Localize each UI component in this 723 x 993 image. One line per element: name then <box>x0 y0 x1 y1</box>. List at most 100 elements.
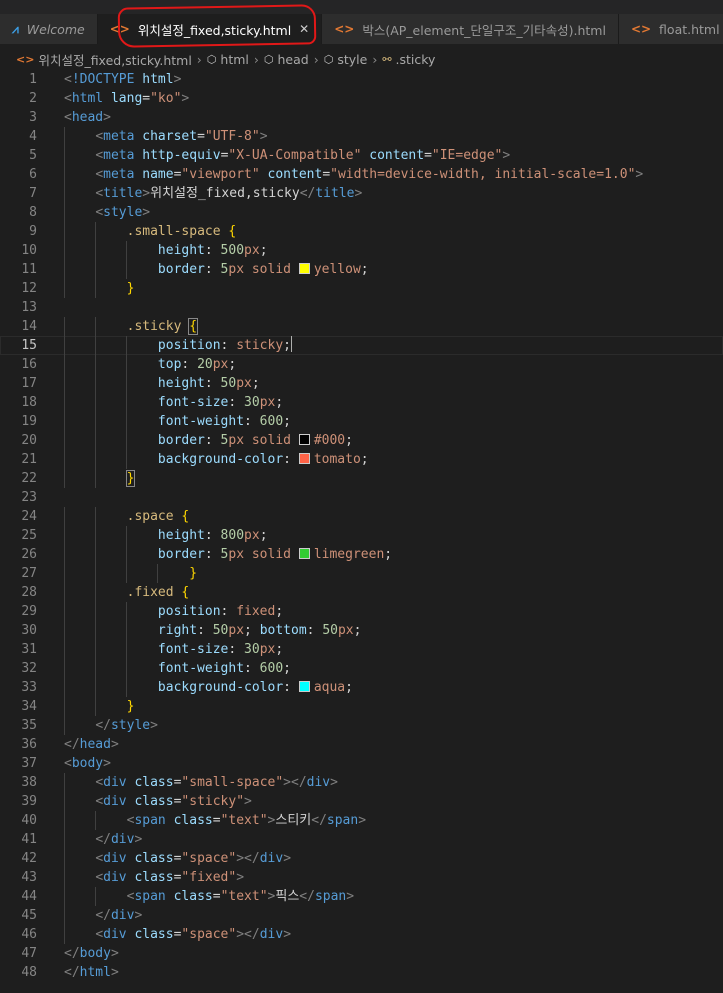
code-text: font-size: 30px; <box>157 642 284 657</box>
breadcrumb-item-head[interactable]: head <box>278 52 309 67</box>
line-number: 9 <box>29 224 37 239</box>
line-number: 17 <box>21 376 37 391</box>
text-cursor <box>291 336 292 352</box>
code-line[interactable]: 25 height: 800px; <box>0 526 723 545</box>
code-text: <!DOCTYPE html> <box>64 72 182 87</box>
color-swatch[interactable] <box>298 434 310 445</box>
line-number: 45 <box>21 908 37 923</box>
breadcrumb-item-selector[interactable]: .sticky <box>396 52 436 67</box>
code-text: <div class="space"></div> <box>95 927 292 942</box>
color-swatch[interactable] <box>298 681 310 692</box>
code-line[interactable]: 18 font-size: 30px; <box>0 393 723 412</box>
line-number: 41 <box>21 832 37 847</box>
code-line[interactable]: 24 .space { <box>0 507 723 526</box>
code-line[interactable]: 7 <title>위치설정_fixed,sticky</title> <box>0 184 723 203</box>
code-line[interactable]: 38 <div class="small-space"></div> <box>0 773 723 792</box>
code-line[interactable]: 8 <style> <box>0 203 723 222</box>
code-text: .space { <box>126 509 190 524</box>
code-editor[interactable]: 1 <!DOCTYPE html> 2 <html lang="ko"> 3 <head>… <box>0 70 723 982</box>
code-line[interactable]: 29 position: fixed; <box>0 602 723 621</box>
code-text: .small-space { <box>126 224 237 239</box>
code-line[interactable]: 45 </div> <box>0 906 723 925</box>
line-number: 4 <box>29 129 37 144</box>
code-line[interactable]: 6 <meta name="viewport" content="width=d… <box>0 165 723 184</box>
code-line[interactable]: 12 } <box>0 279 723 298</box>
code-text: height: 800px; <box>157 528 268 543</box>
code-line[interactable]: 47 </body> <box>0 944 723 963</box>
code-line[interactable]: 48 </html> <box>0 963 723 982</box>
code-line[interactable]: 41 </div> <box>0 830 723 849</box>
breadcrumb-item-html[interactable]: html <box>220 52 248 67</box>
line-number: 14 <box>21 319 37 334</box>
line-number: 18 <box>21 395 37 410</box>
code-line[interactable]: 32 font-weight: 600; <box>0 659 723 678</box>
code-text: .sticky { <box>126 318 199 335</box>
code-text: <meta name="viewport" content="width=dev… <box>95 167 644 182</box>
code-text: </div> <box>95 832 143 847</box>
line-number: 15 <box>21 338 37 353</box>
breadcrumb-item-file[interactable]: 위치설정_fixed,sticky.html <box>38 50 191 69</box>
code-text: <div class="fixed"> <box>95 870 245 885</box>
code-line[interactable]: 46 <div class="space"></div> <box>0 925 723 944</box>
code-text: border: 5px solid yellow; <box>157 262 369 277</box>
line-number: 27 <box>21 566 37 581</box>
line-number: 16 <box>21 357 37 372</box>
code-line[interactable]: 22 } <box>0 469 723 488</box>
code-line[interactable]: 16 top: 20px; <box>0 355 723 374</box>
code-line[interactable]: 11 border: 5px solid yellow; <box>0 260 723 279</box>
code-line[interactable]: 31 font-size: 30px; <box>0 640 723 659</box>
code-line[interactable]: 35 </style> <box>0 716 723 735</box>
code-line[interactable]: 17 height: 50px; <box>0 374 723 393</box>
tab-float-file[interactable]: <> float.html <box>618 14 723 44</box>
breadcrumb: <> 위치설정_fixed,sticky.html › ⬡ html › ⬡ h… <box>0 48 723 70</box>
code-text: font-weight: 600; <box>157 661 291 676</box>
code-line[interactable]: 5 <meta http-equiv="X-UA-Compatible" con… <box>0 146 723 165</box>
code-line[interactable]: 43 <div class="fixed"> <box>0 868 723 887</box>
breadcrumb-item-style[interactable]: style <box>337 52 367 67</box>
line-number: 11 <box>21 262 37 277</box>
code-line[interactable]: 4 <meta charset="UTF-8"> <box>0 127 723 146</box>
code-line[interactable]: 20 border: 5px solid #000; <box>0 431 723 450</box>
color-swatch[interactable] <box>298 263 310 274</box>
code-line[interactable]: 13 <box>0 298 723 317</box>
color-swatch[interactable] <box>298 453 310 464</box>
code-line[interactable]: 33 background-color: aqua; <box>0 678 723 697</box>
code-line[interactable]: 30 right: 50px; bottom: 50px; <box>0 621 723 640</box>
code-line[interactable]: 36 </head> <box>0 735 723 754</box>
code-line[interactable]: 23 <box>0 488 723 507</box>
code-line[interactable]: 28 .fixed { <box>0 583 723 602</box>
code-line[interactable]: 44 <span class="text">픽스</span> <box>0 887 723 906</box>
code-line[interactable]: 42 <div class="space"></div> <box>0 849 723 868</box>
line-number: 8 <box>29 205 37 220</box>
code-text: <style> <box>95 205 151 220</box>
color-swatch[interactable] <box>298 548 310 559</box>
code-line[interactable]: 37 <body> <box>0 754 723 773</box>
tab-label: 박스(AP_element_단일구조_기타속성).html <box>362 22 606 38</box>
code-line[interactable]: 9 .small-space { <box>0 222 723 241</box>
code-line[interactable]: 3 <head> <box>0 108 723 127</box>
code-line[interactable]: 26 border: 5px solid limegreen; <box>0 545 723 564</box>
code-line[interactable]: 21 background-color: tomato; <box>0 450 723 469</box>
code-text: .fixed { <box>126 585 190 600</box>
code-line[interactable]: 14 .sticky { <box>0 317 723 336</box>
code-line[interactable]: 19 font-weight: 600; <box>0 412 723 431</box>
code-text: border: 5px solid #000; <box>157 433 353 448</box>
line-number: 30 <box>21 623 37 638</box>
code-line[interactable]: 15 position: sticky; <box>0 336 723 355</box>
code-line[interactable]: 27 } <box>0 564 723 583</box>
code-line[interactable]: 10 height: 500px; <box>0 241 723 260</box>
line-number: 31 <box>21 642 37 657</box>
code-line[interactable]: 1 <!DOCTYPE html> <box>0 70 723 89</box>
code-text: top: 20px; <box>157 357 237 372</box>
code-text: </div> <box>95 908 143 923</box>
code-line[interactable]: 2 <html lang="ko"> <box>0 89 723 108</box>
code-text: } <box>126 281 135 296</box>
line-number: 48 <box>21 965 37 980</box>
code-line[interactable]: 40 <span class="text">스티키</span> <box>0 811 723 830</box>
tab-box-file[interactable]: <> 박스(AP_element_단일구조_기타속성).html <box>322 14 619 44</box>
code-line[interactable]: 39 <div class="sticky"> <box>0 792 723 811</box>
tab-welcome[interactable]: ⩘ Welcome <box>0 14 98 44</box>
line-number: 12 <box>21 281 37 296</box>
code-line[interactable]: 34 } <box>0 697 723 716</box>
chevron-right-icon: › <box>313 51 319 67</box>
